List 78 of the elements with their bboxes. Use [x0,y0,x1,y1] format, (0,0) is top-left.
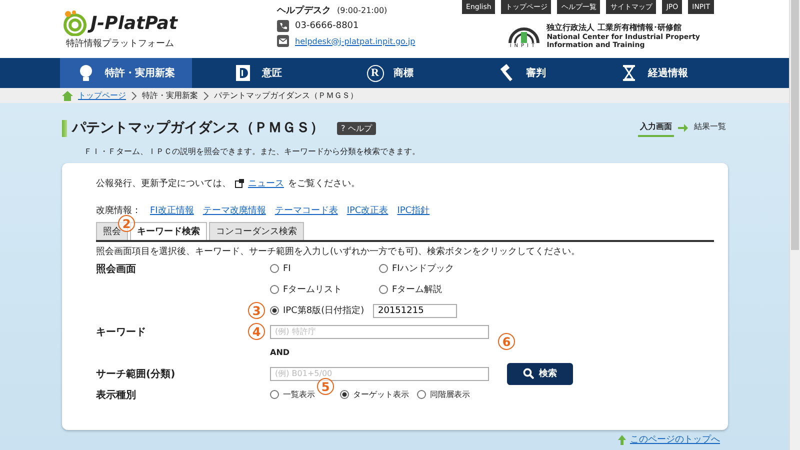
radio-label: FI [283,264,291,274]
help-button[interactable]: ? ヘルプ [337,122,376,134]
radio-button[interactable] [270,306,279,315]
radio-button[interactable] [270,285,279,294]
breadcrumb-item: 特許・実用新案 [142,90,198,101]
search-button[interactable]: 検索 [507,362,573,384]
revision-link[interactable]: テーマコード表 [274,204,338,217]
logo-subtitle: 特許情報プラットフォーム [66,37,174,50]
radio-label: ターゲット表示 [353,389,409,400]
revision-label: 改廃情報： [96,204,141,217]
radio-label: IPC第8版(日付指定) [283,304,364,317]
field-label: 照会画面 [96,262,136,276]
radio-label: FIハンドブック [392,262,454,275]
tab[interactable]: コンコーダンス検索 [209,222,304,240]
radio-label: 同階層表示 [430,389,470,400]
search-icon [523,368,534,379]
hourglass-icon [620,64,638,82]
keyword-field[interactable]: (例) 特許庁 [270,324,489,338]
radio-button[interactable] [417,390,426,399]
revision-link[interactable]: IPC指針 [397,204,430,217]
helpdesk-title: ヘルプデスク [277,4,331,17]
instruction-text: 照会画面項目を選択後、キーワード、サーチ範囲を入力し(いずれか一方でも可)、検索ボタンをクリックしてください。 [96,246,582,258]
breadcrumb-item: パテントマップガイダンス（ＰＭＧＳ） [214,90,358,101]
arrow-up-icon [618,434,626,444]
helpdesk-hours: (9:00-21:00) [337,6,388,15]
page-title: パテントマップガイダンス（ＰＭＧＳ） [72,119,324,137]
phone-number: 03-6666-8801 [295,21,359,31]
radio-label: Fタームリスト [283,284,342,296]
nav-tab[interactable]: 意匠 [192,58,324,88]
light-bulb-icon [77,64,95,82]
registered-mark-icon: R [366,64,384,82]
nav-tab[interactable]: 経過情報 [588,58,720,88]
nav-tab[interactable]: 特許・実用新案 [60,58,192,88]
page-description: ＦＩ・Ｆターム、ＩＰＣの説明を照会できます。また、キーワードから分類を検索できます。 [84,146,421,157]
logo-text[interactable]: J-PlatPat [90,12,178,34]
radio-button[interactable] [379,285,388,294]
field-label: 表示種別 [96,388,136,402]
title-marker [62,120,67,136]
annotation-number: 6 [498,333,515,350]
radio-label: 一覧表示 [283,389,315,400]
breadcrumb-link[interactable]: トップページ [78,90,126,101]
tab[interactable]: キーワード検索 [130,222,207,240]
nav-tab[interactable]: 審判 [456,58,588,88]
step-label: 結果一覧 [693,121,727,133]
radio-label: Fターム解説 [392,284,442,296]
step-label: 入力画面 [638,119,674,137]
radio-button[interactable] [379,264,388,273]
chevron-right-icon [131,92,137,100]
home-icon [62,90,73,100]
phone-icon [277,20,289,32]
nav-tab[interactable]: R 商標 [324,58,456,88]
field-label: キーワード [96,326,146,340]
revision-link[interactable]: IPC改正表 [346,204,388,217]
annotation-number: 3 [248,302,265,319]
org-name: 独立行政法人 工業所有権情報･研修館 [546,22,682,33]
and-operator: AND [270,348,290,357]
annotation-number: 5 [317,378,334,395]
field-label: サーチ範囲(分類) [96,368,176,382]
notice-text: をご覧ください。 [288,178,360,190]
revision-link[interactable]: FI改正情報 [150,204,194,217]
scrollbar[interactable] [789,0,800,450]
logo-swirl-icon [62,10,88,36]
news-link[interactable]: ニュース [248,177,284,190]
radio-button[interactable] [270,390,279,399]
external-window-icon [235,179,244,188]
chevron-right-icon [203,92,209,100]
annotation-number: 4 [248,323,265,340]
radio-button[interactable] [270,264,279,273]
document-d-icon [234,64,252,82]
range-field[interactable]: (例) B01+5/00 [270,366,489,380]
date-field[interactable]: 20151215 [373,304,457,318]
arrow-right-icon [678,124,688,132]
radio-button[interactable] [340,390,349,399]
page-top-link[interactable]: このページのトップへ [630,433,720,446]
email-link[interactable]: helpdesk@j-platpat.inpit.go.jp [295,36,416,46]
mail-icon [277,35,289,47]
notice-text: 公報発行、更新予定については、 [96,178,231,190]
revision-link[interactable]: テーマ改廃情報 [202,204,266,217]
